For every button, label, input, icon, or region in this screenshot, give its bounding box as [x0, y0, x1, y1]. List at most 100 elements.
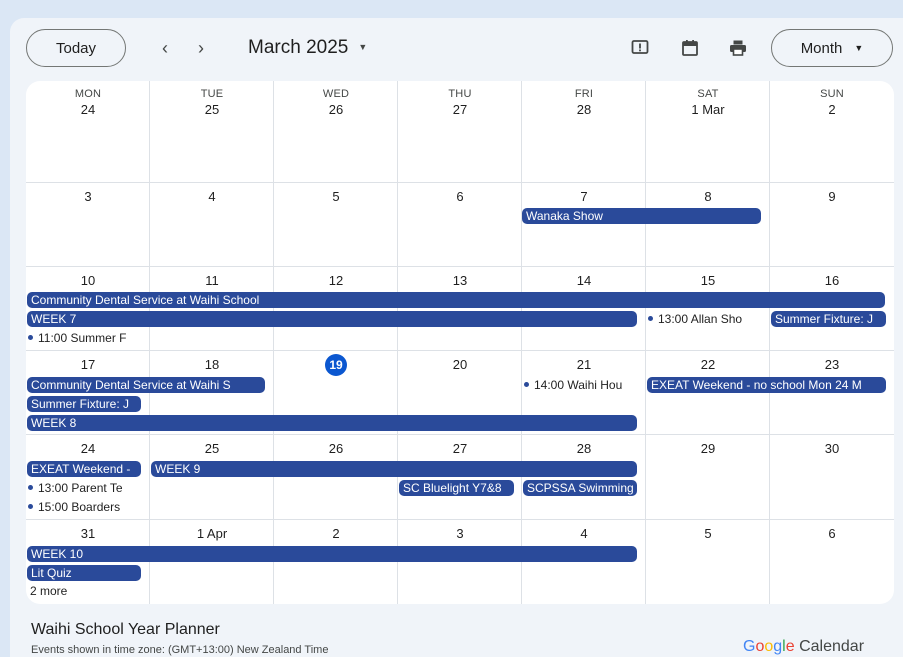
day-number[interactable]: 26 — [274, 441, 398, 456]
day-number[interactable]: 7 — [522, 189, 646, 204]
event-label: Waihi Hou — [567, 378, 623, 392]
day-number-today[interactable]: 19 — [274, 354, 398, 376]
event-time: 11:00 — [38, 331, 68, 345]
view-selector-label: Month — [800, 39, 843, 57]
day-number[interactable]: 30 — [770, 441, 894, 456]
day-number[interactable]: 23 — [770, 357, 894, 372]
day-number[interactable]: 27 — [398, 102, 522, 117]
event-dot — [28, 485, 33, 491]
event-chip[interactable]: SC Bluelight Y7&8 — [399, 480, 514, 496]
event-dot — [648, 316, 653, 322]
event-label: Parent Te — [71, 481, 123, 495]
day-number[interactable]: 16 — [770, 273, 894, 288]
day-number[interactable]: 4 — [522, 526, 646, 541]
event-chip[interactable]: WEEK 9 — [151, 461, 637, 477]
day-number[interactable]: 17 — [26, 357, 150, 372]
day-number[interactable]: 28 — [522, 441, 646, 456]
day-number[interactable]: 5 — [274, 189, 398, 204]
month-grid: MON TUE WED THU FRI SAT SUN 24 25 26 27 … — [26, 81, 894, 604]
day-number[interactable]: 9 — [770, 189, 894, 204]
day-number[interactable]: 20 — [398, 357, 522, 372]
calendar-icon[interactable] — [680, 38, 700, 58]
event-dot — [524, 382, 529, 388]
event-chip[interactable]: WEEK 8 — [27, 415, 637, 431]
feedback-icon[interactable] — [630, 38, 650, 58]
timed-event[interactable]: 13:00 Parent Te — [26, 480, 142, 496]
day-number[interactable]: 24 — [26, 102, 150, 117]
day-number[interactable]: 4 — [150, 189, 274, 204]
timed-event[interactable]: 15:00 Boarders — [26, 499, 142, 515]
timed-event[interactable]: 14:00 Waihi Hou — [522, 377, 638, 393]
today-button[interactable]: Today — [26, 29, 126, 67]
day-number[interactable]: 25 — [150, 441, 274, 456]
day-number[interactable]: 5 — [646, 526, 770, 541]
day-number[interactable]: 6 — [398, 189, 522, 204]
calendar-name: Waihi School Year Planner — [31, 621, 220, 638]
day-number[interactable]: 14 — [522, 273, 646, 288]
event-chip[interactable]: SCPSSA Swimming — [523, 480, 637, 496]
event-chip[interactable]: EXEAT Weekend - no school Mon 24 M — [647, 377, 886, 393]
event-chip[interactable]: Community Dental Service at Waihi S — [27, 377, 265, 393]
view-selector-button[interactable]: Month ▼ — [771, 29, 893, 67]
month-title[interactable]: March 2025 ▼ — [248, 37, 367, 59]
day-number[interactable]: 2 — [770, 102, 894, 117]
day-number[interactable]: 27 — [398, 441, 522, 456]
day-number[interactable]: 24 — [26, 441, 150, 456]
today-indicator: 19 — [325, 354, 347, 376]
event-label: Boarders — [71, 500, 121, 514]
day-number[interactable]: 12 — [274, 273, 398, 288]
more-events-link[interactable]: 2 more — [30, 584, 67, 598]
day-number[interactable]: 1 Mar — [646, 102, 770, 117]
grid-divider — [26, 519, 894, 520]
day-number[interactable]: 11 — [150, 273, 274, 288]
event-chip[interactable]: WEEK 7 — [27, 311, 637, 327]
event-chip[interactable]: EXEAT Weekend - — [27, 461, 141, 477]
weekday-header: TUE — [200, 88, 224, 100]
chevron-right-icon[interactable]: › — [198, 38, 204, 58]
day-number[interactable]: 15 — [646, 273, 770, 288]
day-number[interactable]: 6 — [770, 526, 894, 541]
event-chip[interactable]: Summer Fixture: J — [771, 311, 886, 327]
calendar-wordmark: Calendar — [799, 638, 865, 655]
day-number[interactable]: 21 — [522, 357, 646, 372]
day-number[interactable]: 13 — [398, 273, 522, 288]
weekday-header: FRI — [574, 88, 594, 100]
timed-event[interactable]: 11:00 Summer F — [26, 330, 142, 346]
google-calendar-logo[interactable]: Google Calendar — [743, 638, 864, 656]
event-dot — [28, 504, 33, 510]
day-number[interactable]: 25 — [150, 102, 274, 117]
event-time: 15:00 — [38, 500, 69, 514]
day-number[interactable]: 2 — [274, 526, 398, 541]
google-wordmark: Google — [743, 638, 795, 655]
event-chip[interactable]: Lit Quiz — [27, 565, 141, 581]
event-chip[interactable]: Summer Fixture: J — [27, 396, 141, 412]
day-number[interactable]: 10 — [26, 273, 150, 288]
grid-divider — [26, 350, 894, 351]
event-label: Summer F — [70, 331, 127, 345]
weekday-header: THU — [448, 88, 472, 100]
calendar-app: Today ‹ › March 2025 ▼ Month ▼ MON TUE W… — [10, 18, 903, 657]
day-number[interactable]: 26 — [274, 102, 398, 117]
day-number[interactable]: 31 — [26, 526, 150, 541]
day-number[interactable]: 3 — [398, 526, 522, 541]
event-chip[interactable]: Wanaka Show — [522, 208, 761, 224]
month-title-label: March 2025 — [248, 37, 349, 58]
event-chip[interactable]: Community Dental Service at Waihi School — [27, 292, 885, 308]
event-time: 13:00 — [658, 312, 689, 326]
day-number[interactable]: 28 — [522, 102, 646, 117]
day-number[interactable]: 8 — [646, 189, 770, 204]
grid-divider — [26, 266, 894, 267]
event-chip[interactable]: WEEK 10 — [27, 546, 637, 562]
print-icon[interactable] — [728, 38, 748, 58]
day-number[interactable]: 18 — [150, 357, 274, 372]
timed-event[interactable]: 13:00 Allan Sho — [646, 311, 762, 327]
day-number[interactable]: 22 — [646, 357, 770, 372]
day-number[interactable]: 1 Apr — [150, 526, 274, 541]
weekday-header: SUN — [820, 88, 844, 100]
day-number[interactable]: 29 — [646, 441, 770, 456]
chevron-left-icon[interactable]: ‹ — [162, 38, 168, 58]
timezone-note: Events shown in time zone: (GMT+13:00) N… — [31, 644, 329, 656]
weekday-header: MON — [74, 88, 102, 100]
day-number[interactable]: 3 — [26, 189, 150, 204]
event-time: 14:00 — [534, 378, 565, 392]
